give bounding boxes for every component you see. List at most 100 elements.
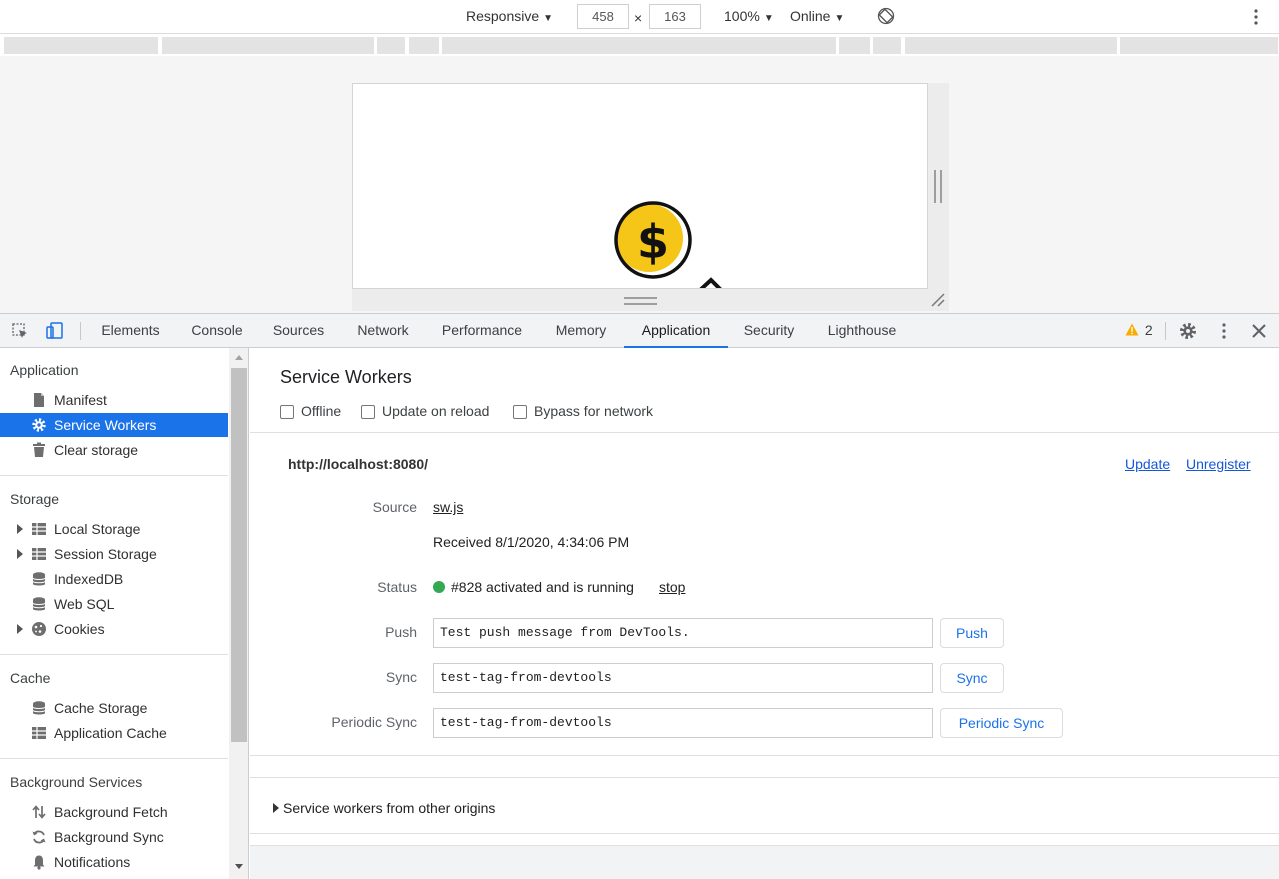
tab-application[interactable]: Application <box>624 314 728 348</box>
svg-text:$: $ <box>637 215 669 269</box>
origin-url: http://localhost:8080/ <box>288 456 429 472</box>
times-icon: × <box>634 10 643 26</box>
periodic-sync-label: Periodic Sync <box>331 714 417 730</box>
network-throttle-select[interactable]: Online ▼ <box>790 8 844 24</box>
sidebar-item-label: Clear storage <box>54 442 139 458</box>
sidebar-item-cookies[interactable]: Cookies <box>0 617 228 641</box>
rotate-icon[interactable] <box>877 7 895 25</box>
resize-handle-right[interactable] <box>934 170 942 203</box>
push-button[interactable]: Push <box>940 618 1004 648</box>
zoom-select[interactable]: 100% ▼ <box>724 8 774 24</box>
stop-link[interactable]: stop <box>659 579 685 595</box>
sync-icon <box>32 830 46 844</box>
checkbox-box[interactable] <box>513 405 527 419</box>
trash-icon <box>33 442 45 457</box>
media-query-segment[interactable] <box>839 37 870 54</box>
application-sidebar: Application Manifest Service Workers Cle… <box>0 348 249 879</box>
tab-elements[interactable]: Elements <box>90 314 171 348</box>
media-query-segment[interactable] <box>873 37 901 54</box>
checkbox-box[interactable] <box>280 405 294 419</box>
sidebar-item-service-workers[interactable]: Service Workers <box>0 413 228 437</box>
device-select[interactable]: Responsive ▼ <box>466 8 553 24</box>
update-link[interactable]: Update <box>1125 456 1170 472</box>
warnings-counter[interactable]: 2 <box>1125 322 1153 340</box>
sidebar-item-local-storage[interactable]: Local Storage <box>0 517 228 541</box>
media-query-bar <box>0 36 1279 55</box>
push-message-input[interactable]: Test push message from DevTools. <box>433 618 933 648</box>
source-file-link[interactable]: sw.js <box>433 499 463 515</box>
media-query-segment[interactable] <box>409 37 439 54</box>
more-vert-icon[interactable] <box>1250 8 1262 26</box>
sidebar-item-label: Session Storage <box>54 546 157 562</box>
expand-arrow-icon[interactable] <box>17 549 23 559</box>
tab-lighthouse[interactable]: Lighthouse <box>812 314 912 348</box>
height-input[interactable]: 163 <box>649 4 701 29</box>
scroll-down-icon[interactable] <box>234 863 244 870</box>
tab-memory[interactable]: Memory <box>541 314 621 348</box>
inspect-element-icon[interactable] <box>10 321 30 341</box>
sidebar-item-manifest[interactable]: Manifest <box>0 388 228 412</box>
media-query-segment[interactable] <box>905 37 1117 54</box>
sidebar-item-application-cache[interactable]: Application Cache <box>0 721 228 745</box>
sidebar-item-label: Cookies <box>54 621 105 637</box>
width-input[interactable]: 458 <box>577 4 629 29</box>
database-icon <box>32 572 46 586</box>
media-query-segment[interactable] <box>4 37 158 54</box>
expand-arrow-icon[interactable] <box>17 524 23 534</box>
more-vert-icon[interactable] <box>1214 321 1234 341</box>
checkbox-label: Bypass for network <box>534 403 654 419</box>
tab-console[interactable]: Console <box>176 314 258 348</box>
sidebar-item-indexeddb[interactable]: IndexedDB <box>0 567 228 591</box>
close-icon[interactable] <box>1249 321 1269 341</box>
fetch-arrows-icon <box>32 805 46 819</box>
checkbox-box[interactable] <box>361 405 375 419</box>
sidebar-item-label: Cache Storage <box>54 700 148 716</box>
sidebar-item-cache-storage[interactable]: Cache Storage <box>0 696 228 720</box>
periodic-sync-tag-input[interactable]: test-tag-from-devtools <box>433 708 933 738</box>
devtools-tabbar: Elements Console Sources Network Perform… <box>0 313 1279 348</box>
settings-gear-icon[interactable] <box>1178 321 1198 341</box>
media-query-segment[interactable] <box>162 37 374 54</box>
device-toggle-icon[interactable] <box>44 321 64 341</box>
sidebar-scrollbar[interactable] <box>229 348 248 879</box>
sidebar-item-web-sql[interactable]: Web SQL <box>0 592 228 616</box>
expand-arrow-icon[interactable] <box>17 624 23 634</box>
scrollbar-thumb[interactable] <box>231 368 247 742</box>
source-label: Source <box>372 499 417 515</box>
expand-arrow-icon[interactable] <box>273 803 279 813</box>
tab-sources[interactable]: Sources <box>262 314 335 348</box>
sidebar-item-background-fetch[interactable]: Background Fetch <box>0 800 228 824</box>
sidebar-item-background-sync[interactable]: Background Sync <box>0 825 228 849</box>
toolbar-divider <box>80 322 81 340</box>
other-origins-section[interactable]: Service workers from other origins <box>250 777 1279 834</box>
received-timestamp: Received 8/1/2020, 4:34:06 PM <box>433 534 630 550</box>
update-on-reload-checkbox[interactable]: Update on reload <box>361 403 489 419</box>
media-query-segment[interactable] <box>1120 37 1278 54</box>
resize-corner-icon[interactable] <box>930 292 946 308</box>
section-divider <box>250 432 1279 433</box>
device-label: Responsive <box>466 8 540 24</box>
resize-handle-bottom[interactable] <box>624 297 657 305</box>
periodic-sync-button[interactable]: Periodic Sync <box>940 708 1063 738</box>
database-icon <box>32 701 46 715</box>
scroll-up-icon[interactable] <box>234 354 244 361</box>
tab-performance[interactable]: Performance <box>430 314 534 348</box>
tab-security[interactable]: Security <box>733 314 805 348</box>
sidebar-item-session-storage[interactable]: Session Storage <box>0 542 228 566</box>
sidebar-item-clear-storage[interactable]: Clear storage <box>0 438 228 462</box>
media-query-segment[interactable] <box>377 37 405 54</box>
media-query-segment[interactable] <box>442 37 836 54</box>
sidebar-item-label: Local Storage <box>54 521 141 537</box>
bypass-for-network-checkbox[interactable]: Bypass for network <box>513 403 653 419</box>
network-label: Online <box>790 8 831 24</box>
sync-button[interactable]: Sync <box>940 663 1004 693</box>
unregister-link[interactable]: Unregister <box>1186 456 1251 472</box>
chevron-down-icon: ▼ <box>763 13 774 24</box>
device-viewport-area: $ <box>0 56 1279 313</box>
sidebar-item-notifications[interactable]: Notifications <box>0 850 228 874</box>
toolbar-divider <box>1165 322 1166 340</box>
offline-checkbox[interactable]: Offline <box>280 403 341 419</box>
warning-icon <box>1125 323 1139 336</box>
tab-network[interactable]: Network <box>343 314 423 348</box>
sync-tag-input[interactable]: test-tag-from-devtools <box>433 663 933 693</box>
